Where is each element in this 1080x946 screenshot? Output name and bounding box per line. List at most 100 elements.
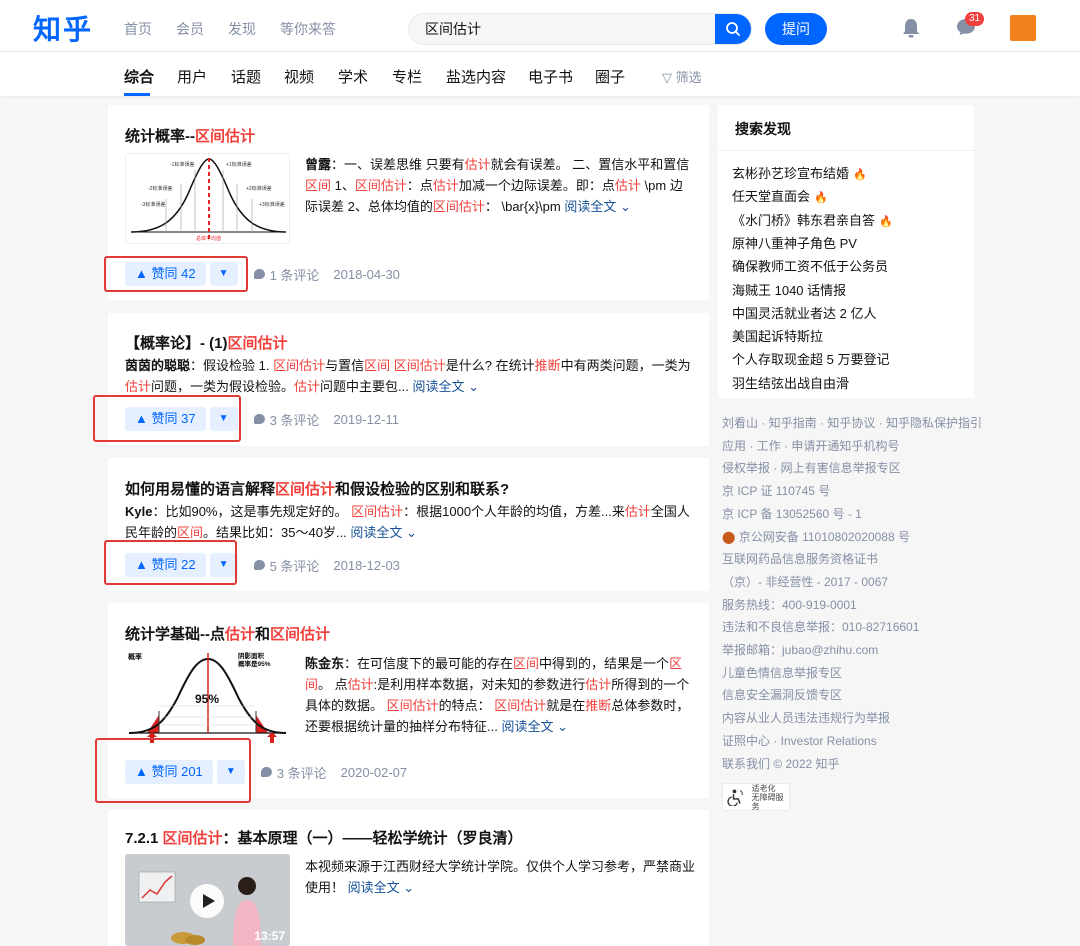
footer-link[interactable]: 侵权举报 · 网上有害信息举报专区 (722, 459, 901, 476)
fire-icon: 🔥 (853, 169, 867, 181)
svg-text:阴影面积: 阴影面积 (238, 651, 265, 660)
avatar[interactable] (1010, 15, 1036, 41)
result-thumbnail[interactable]: 概率 阴影面积 概率是95% 95% (125, 651, 290, 743)
nav-home[interactable]: 首页 (124, 19, 152, 39)
tab-all[interactable]: 综合 (124, 66, 154, 87)
search-button[interactable] (715, 14, 751, 44)
result-thumbnail[interactable]: -1标准误差 +1标准误差 -2标准误差 +2标准误差 -3标准误差 +3标准误… (125, 153, 290, 244)
comment-icon (253, 414, 265, 424)
trending-item[interactable]: 个人存取现金超 5 万要登记 (732, 349, 889, 368)
trending-item-label: 任天堂直面会 (732, 189, 811, 205)
trending-item[interactable]: 海贼王 1040 话情报 (732, 280, 846, 299)
result-date: 2018-12-03 (333, 557, 400, 573)
footer-link[interactable]: 京 ICP 备 13052560 号 - 1 (722, 505, 862, 522)
comment-icon (253, 269, 265, 279)
tab-columns[interactable]: 专栏 (392, 66, 422, 87)
trending-item-label: 美国起诉特斯拉 (732, 329, 824, 345)
result-title[interactable]: 如何用易懂的语言解释区间估计和假设检验的区别和联系? (125, 478, 509, 499)
trending-item-label: 原神八重神子角色 PV (732, 235, 857, 251)
footer-link[interactable]: 举报邮箱：jubao@zhihu.com (722, 641, 878, 658)
tab-circles[interactable]: 圈子 (595, 66, 625, 87)
search-result-card: 7.2.1 区间估计：基本原理（一）——轻松学统计（罗良清） 13:57 本视频… (108, 810, 709, 946)
result-date: 2019-12-11 (333, 411, 399, 427)
a11y-label: 无障碍服务 (751, 792, 784, 811)
play-button[interactable] (190, 884, 224, 918)
trending-item[interactable]: 《水门桥》韩东君亲自答 🔥 (732, 210, 893, 229)
play-icon (203, 894, 215, 908)
trending-item-label: 个人存取现金超 5 万要登记 (732, 352, 890, 368)
top-bar: 知乎 首页 会员 发现 等你来答 提问 31 (0, 0, 1080, 52)
search-input[interactable] (409, 14, 709, 44)
tab-videos[interactable]: 视频 (284, 66, 314, 87)
filter-button[interactable]: ▽ 筛选 (662, 67, 702, 86)
tab-salt[interactable]: 盐选内容 (446, 66, 506, 87)
zhihu-logo[interactable]: 知乎 (33, 8, 93, 48)
footer-link[interactable]: 应用 · 工作 · 申请开通知乎机构号 (722, 437, 899, 454)
svg-text:概率是95%: 概率是95% (238, 659, 271, 668)
comments-button[interactable]: 3 条评论 (260, 763, 327, 782)
trending-item[interactable]: 任天堂直面会 🔥 (732, 186, 828, 205)
result-title[interactable]: 【概率论】- (1)区间估计 (125, 332, 288, 353)
trending-item[interactable]: 确保教师工资不低于公务员 (732, 256, 888, 275)
highlight-box (95, 738, 251, 803)
panel-title: 搜索发现 (735, 121, 791, 137)
tab-academic[interactable]: 学术 (338, 66, 368, 87)
comments-button[interactable]: 1 条评论 (253, 265, 319, 284)
search-tab-bar: 综合 用户 话题 视频 学术 专栏 盐选内容 电子书 圈子 ▽ 筛选 (0, 52, 1080, 96)
trending-item-label: 羽生结弦出战自由滑 (732, 375, 850, 391)
trending-item-label: 《水门桥》韩东君亲自答 (732, 212, 876, 228)
svg-text:概率: 概率 (128, 652, 142, 661)
confidence-interval-image: 概率 阴影面积 概率是95% 95% (128, 651, 287, 743)
footer-link[interactable]: 证照中心 · Investor Relations (722, 732, 877, 749)
result-excerpt[interactable]: 本视频来源于江西财经大学统计学院。仅供个人学习参考，严禁商业使用！ 阅读全文 ⌄ (305, 856, 695, 898)
highlight-box (93, 395, 241, 442)
result-excerpt[interactable]: 陈金东：在可信度下的最可能的存在区间中得到的，结果是一个区间。 点估计:是利用样… (305, 653, 693, 737)
accessibility-badge[interactable]: 适老化 无障碍服务 (722, 783, 790, 811)
bell-icon[interactable] (902, 18, 920, 38)
footer-link[interactable]: 违法和不良信息举报：010-82716601 (722, 618, 919, 635)
result-excerpt[interactable]: Kyle：比如90%，这是事先规定好的。 区间估计：根据1000个人年龄的均值，… (125, 501, 695, 543)
divider (718, 150, 974, 151)
nav-explore[interactable]: 发现 (228, 19, 256, 39)
normal-distribution-image: -1标准误差 +1标准误差 -2标准误差 +2标准误差 -3标准误差 +3标准误… (130, 158, 287, 242)
search-icon (726, 22, 740, 36)
video-thumbnail[interactable]: 13:57 (125, 854, 290, 946)
footer-link[interactable]: ⬤ 京公网安备 11010802020088 号 (722, 528, 910, 545)
footer-link[interactable]: 京 ICP 证 110745 号 (722, 482, 830, 499)
trending-item[interactable]: 玄彬孙艺珍宣布结婚 🔥 (732, 163, 867, 182)
nav-answer[interactable]: 等你来答 (280, 19, 336, 39)
result-excerpt[interactable]: 茵茵的聪聪：假设检验 1. 区间估计与置信区间 区间估计是什么? 在统计推断中有… (125, 355, 695, 397)
result-excerpt[interactable]: 曾露：一、误差思维 只要有估计就会有误差。 二、置信水平和置信区间 1、区间估计… (305, 154, 693, 217)
footer-link[interactable]: 联系我们 © 2022 知乎 (722, 755, 840, 772)
nav-vip[interactable]: 会员 (176, 19, 204, 39)
footer-link[interactable]: （京）- 非经营性 - 2017 - 0067 (722, 573, 888, 590)
footer-link[interactable]: 儿童色情信息举报专区 (722, 664, 842, 681)
result-date: 2020-02-07 (340, 764, 408, 780)
accessibility-icon (727, 789, 743, 806)
ask-button[interactable]: 提问 (765, 13, 827, 45)
comment-icon (253, 560, 265, 570)
footer-link[interactable]: 互联网药品信息服务资格证书 (722, 550, 878, 567)
search-discovery-panel: 搜索发现 玄彬孙艺珍宣布结婚 🔥 任天堂直面会 🔥 《水门桥》韩东君亲自答 🔥 原神八重神子… (718, 105, 974, 398)
footer-link[interactable]: 信息安全漏洞反馈专区 (722, 686, 842, 703)
trending-item[interactable]: 羽生结弦出战自由滑 (732, 373, 849, 392)
result-title[interactable]: 7.2.1 区间估计：基本原理（一）——轻松学统计（罗良清） (125, 827, 523, 848)
footer-link[interactable]: 服务热线：400-919-0001 (722, 596, 857, 613)
comments-button[interactable]: 3 条评论 (253, 410, 319, 429)
trending-item[interactable]: 中国灵活就业者达 2 亿人 (732, 303, 876, 322)
trending-item[interactable]: 原神八重神子角色 PV (732, 233, 857, 252)
result-date: 2018-04-30 (333, 266, 400, 282)
video-duration: 13:57 (254, 929, 285, 943)
highlight-box (104, 256, 248, 292)
result-title[interactable]: 统计学基础--点估计和区间估计 (125, 623, 330, 644)
svg-text:+2标准误差: +2标准误差 (246, 185, 272, 192)
result-title[interactable]: 统计概率--区间估计 (125, 125, 255, 146)
tab-topics[interactable]: 话题 (231, 66, 261, 87)
comment-icon (260, 767, 272, 777)
footer-link[interactable]: 刘看山 · 知乎指南 · 知乎协议 · 知乎隐私保护指引 (722, 414, 982, 431)
footer-link[interactable]: 内容从业人员违法违规行为举报 (722, 709, 890, 726)
tab-users[interactable]: 用户 (177, 66, 207, 87)
tab-ebooks[interactable]: 电子书 (528, 66, 573, 87)
trending-item[interactable]: 美国起诉特斯拉 (732, 326, 823, 345)
comments-button[interactable]: 5 条评论 (253, 556, 319, 575)
